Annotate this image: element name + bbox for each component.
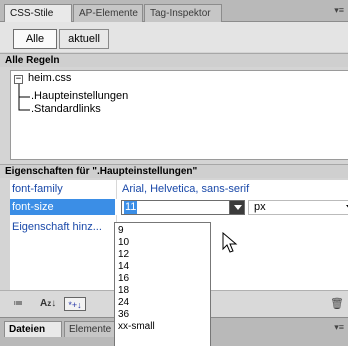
font-size-value[interactable]: 11: [124, 201, 138, 214]
alphabetical-view-icon[interactable]: Az↓: [40, 297, 62, 311]
tree-item-standardlinks[interactable]: .Standardlinks: [31, 103, 101, 115]
current-button[interactable]: aktuell: [59, 29, 109, 49]
trash-icon[interactable]: 🗑: [330, 297, 344, 310]
dropdown-option[interactable]: 18: [118, 285, 208, 297]
properties-section-title: Eigenschaften für ".Haupteinstellungen": [0, 164, 348, 178]
dropdown-option[interactable]: 12: [118, 249, 208, 261]
dropdown-option[interactable]: xx-small: [118, 321, 208, 333]
tree-root-heim-css[interactable]: heim.css: [28, 72, 71, 84]
rules-section-title: Alle Regeln: [0, 53, 348, 67]
tab-files[interactable]: Dateien: [4, 321, 62, 337]
font-size-combobox[interactable]: 11: [121, 200, 245, 215]
dropdown-option[interactable]: 24: [118, 297, 208, 309]
dropdown-option[interactable]: 10: [118, 237, 208, 249]
dropdown-option[interactable]: 9: [118, 225, 208, 237]
all-button[interactable]: Alle: [13, 29, 57, 49]
tab-css-styles[interactable]: CSS-Stile: [4, 4, 72, 23]
property-name-font-family[interactable]: font-family: [12, 182, 63, 197]
mode-bar: Alle aktuell: [0, 22, 348, 52]
tab-assets[interactable]: Elemente: [64, 321, 116, 337]
unit-value: px: [254, 201, 266, 213]
dropdown-option[interactable]: 16: [118, 273, 208, 285]
unit-select[interactable]: px: [248, 200, 348, 215]
add-property-link[interactable]: Eigenschaft hinz...: [12, 220, 102, 235]
dropdown-arrow-icon[interactable]: [229, 201, 244, 214]
panel-tab-bar: CSS-Stile AP-Elemente Tag-Inspektor ▾≡: [0, 0, 348, 23]
font-size-dropdown-list[interactable]: 9 10 12 14 16 18 24 36 xx-small: [114, 222, 211, 346]
mouse-cursor-icon: [222, 232, 238, 253]
property-name-font-size[interactable]: font-size: [10, 199, 115, 215]
set-properties-view-icon[interactable]: *+↓: [64, 297, 86, 311]
bottom-options-menu-icon[interactable]: ▾≡: [334, 322, 344, 333]
tab-tag-inspector[interactable]: Tag-Inspektor: [144, 4, 222, 22]
alpha-sub-label: z: [47, 299, 52, 308]
options-menu-icon[interactable]: ▾≡: [334, 5, 344, 16]
tree-item-haupteinstellungen[interactable]: .Haupteinstellungen: [31, 90, 128, 102]
rules-tree: − heim.css .Haupteinstellungen .Standard…: [10, 70, 348, 160]
tree-connector-icon: [18, 84, 30, 111]
tab-ap-elements[interactable]: AP-Elemente: [73, 4, 143, 22]
dropdown-option[interactable]: 36: [118, 309, 208, 321]
property-value-font-family[interactable]: Arial, Helvetica, sans-serif: [122, 182, 249, 197]
dropdown-option[interactable]: 14: [118, 261, 208, 273]
category-view-icon[interactable]: ≔: [13, 297, 37, 311]
collapse-icon[interactable]: −: [14, 75, 23, 84]
